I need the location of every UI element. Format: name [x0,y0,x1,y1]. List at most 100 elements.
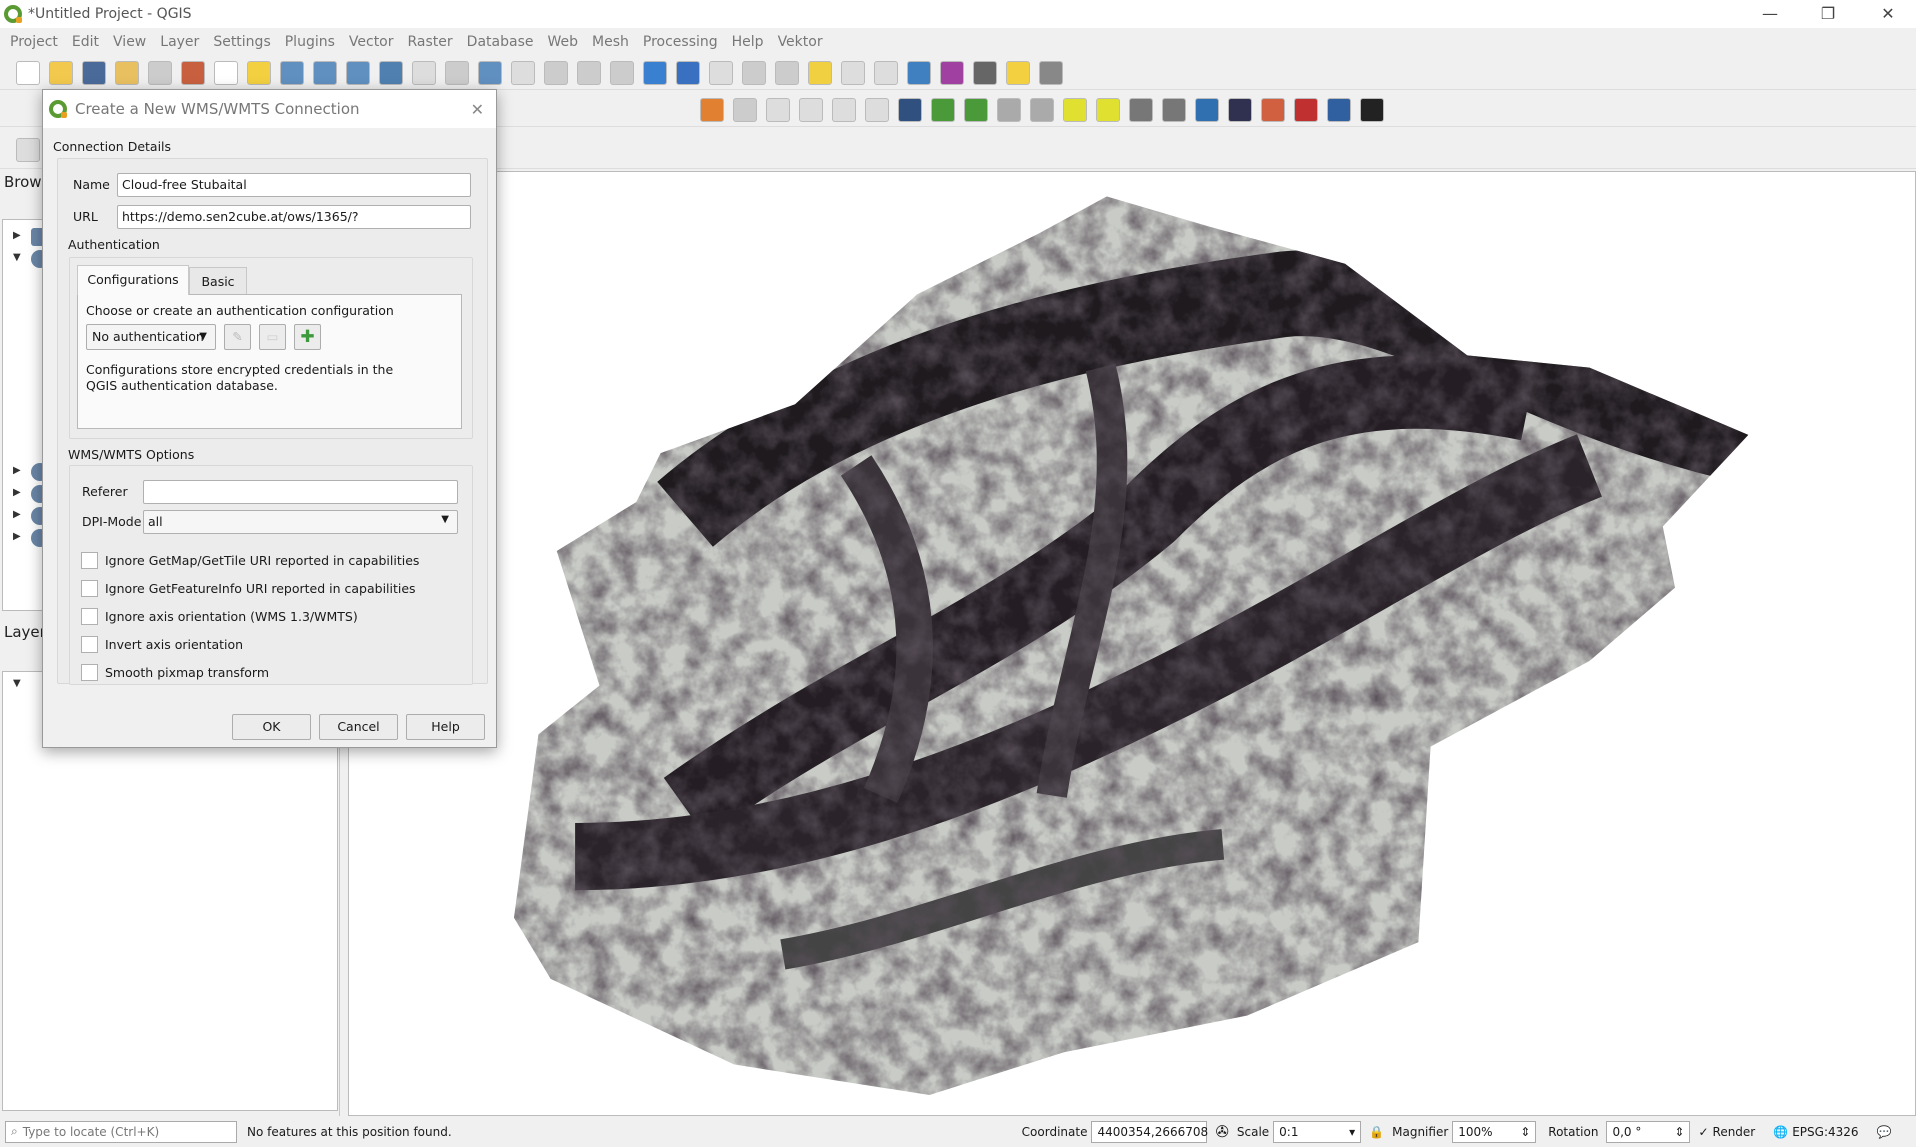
add-feature-icon[interactable] [1162,97,1186,122]
mouse-coordinate-toggle-icon[interactable]: ✇ [1215,1122,1228,1141]
lock-scale-icon[interactable]: 🔒 [1369,1125,1384,1139]
menu-web[interactable]: Web [547,34,578,50]
measure-icon[interactable] [973,60,997,85]
zoom-last-icon[interactable] [478,60,502,85]
menu-vektor[interactable]: Vektor [778,34,823,50]
new-layer-icon[interactable] [16,137,40,162]
expand-arrow-icon[interactable]: ▶ [13,487,21,498]
zoom-layer-icon[interactable] [445,60,469,85]
copy-icon[interactable] [766,97,790,122]
zoom-next-icon[interactable] [511,60,535,85]
heatmap-icon[interactable] [1261,97,1285,122]
s-plugin-icon[interactable] [1360,97,1384,122]
cancel-button[interactable]: Cancel [319,714,398,740]
python-console-icon[interactable] [1195,97,1219,122]
zoom-full-icon[interactable] [379,60,403,85]
edit-auth-button[interactable]: ✎ [224,324,251,350]
tab-basic[interactable]: Basic [189,267,247,295]
histogram-local-stretch-icon[interactable] [1030,97,1054,122]
layout-manager-icon[interactable] [148,60,172,85]
name-input[interactable]: Cloud-free Stubaital [117,173,471,197]
option-checkbox[interactable] [81,636,98,653]
action-icon[interactable] [709,60,733,85]
cut-icon[interactable] [733,97,757,122]
pan-to-selection-icon[interactable] [247,60,271,85]
new-3d-view-icon[interactable] [577,60,601,85]
add-polygon-icon[interactable] [1129,97,1153,122]
histogram-local-icon[interactable] [997,97,1021,122]
magnifier-spinbox[interactable]: 100% ⇕ [1452,1120,1537,1143]
add-point-icon[interactable] [1063,97,1087,122]
field-calculator-icon[interactable] [874,60,898,85]
auth-config-select[interactable]: No authentication ▼ [86,324,216,350]
url-input[interactable]: https://demo.sen2cube.at/ows/1365/? [117,205,471,229]
select-icon[interactable] [742,60,766,85]
zoom-selection-icon[interactable] [412,60,436,85]
render-checkbox[interactable]: ✓ [1698,1125,1708,1139]
locate-search-input[interactable]: ⌕ Type to locate (Ctrl+K) [5,1120,237,1143]
menu-processing[interactable]: Processing [643,34,718,50]
refresh-icon[interactable] [643,60,667,85]
wkt-tool-icon[interactable] [1294,97,1318,122]
messages-icon[interactable]: 💬 [1877,1125,1892,1139]
menu-view[interactable]: View [113,34,146,50]
select-value-icon[interactable] [808,60,832,85]
zoom-in-icon[interactable] [280,60,304,85]
plugin-globe-icon[interactable] [1228,97,1252,122]
expand-arrow-icon[interactable]: ▶ [13,531,21,542]
expand-arrow-icon[interactable]: ▶ [13,509,21,520]
coordinate-field[interactable]: 4400354,2666708 [1091,1120,1208,1143]
restore-button[interactable]: ❐ [1808,4,1848,23]
menu-mesh[interactable]: Mesh [592,34,629,50]
menu-settings[interactable]: Settings [213,34,270,50]
option-checkbox[interactable] [81,552,98,569]
menu-vector[interactable]: Vector [349,34,394,50]
paste-icon[interactable] [799,97,823,122]
attribute-table-icon[interactable] [841,60,865,85]
pan-icon[interactable] [214,60,238,85]
collapse-arrow-icon[interactable]: ▼ [13,678,21,689]
menu-database[interactable]: Database [467,34,534,50]
undo-icon[interactable] [832,97,856,122]
menu-help[interactable]: Help [732,34,764,50]
option-checkbox[interactable] [81,580,98,597]
expand-arrow-icon[interactable]: ▶ [13,465,21,476]
dpi-mode-select[interactable]: all ▼ [143,510,458,534]
tab-configurations[interactable]: Configurations [77,265,189,295]
text-annotation-icon[interactable] [1039,60,1063,85]
style-manager-icon[interactable] [181,60,205,85]
scale-combobox[interactable]: 0:1 ▾ [1273,1120,1362,1143]
dialog-close-icon[interactable]: ✕ [471,100,484,119]
open-project-icon[interactable] [49,60,73,85]
new-print-layout-icon[interactable] [115,60,139,85]
help-button[interactable]: Help [406,714,485,740]
redo-icon[interactable] [865,97,889,122]
deselect-icon[interactable] [775,60,799,85]
zoom-native-icon[interactable] [346,60,370,85]
menu-edit[interactable]: Edit [72,34,99,50]
histogram-stretch-icon[interactable] [964,97,988,122]
wms-search-icon[interactable] [898,97,922,122]
map-canvas[interactable] [348,171,1916,1116]
new-project-icon[interactable] [16,60,40,85]
menu-project[interactable]: Project [10,34,58,50]
crs-button[interactable]: EPSG:4326 [1792,1125,1858,1139]
collapse-arrow-icon[interactable]: ▼ [13,252,21,263]
menu-layer[interactable]: Layer [160,34,199,50]
data-source-manager-icon[interactable] [700,97,724,122]
option-checkbox[interactable] [81,664,98,681]
menu-plugins[interactable]: Plugins [285,34,335,50]
menu-raster[interactable]: Raster [408,34,453,50]
add-auth-button[interactable]: ✚ [294,324,321,350]
histogram-icon[interactable] [931,97,955,122]
referer-input[interactable] [143,480,458,504]
zoom-out-icon[interactable] [313,60,337,85]
ok-button[interactable]: OK [232,714,311,740]
rotation-spinbox[interactable]: 0,0 ° ⇕ [1606,1120,1691,1143]
expand-arrow-icon[interactable]: ▶ [13,230,21,241]
map-tips-icon[interactable] [1006,60,1030,85]
option-checkbox[interactable] [81,608,98,625]
remove-auth-button[interactable]: ▭ [259,324,286,350]
new-map-view-icon[interactable] [544,60,568,85]
help-icon[interactable] [1327,97,1351,122]
